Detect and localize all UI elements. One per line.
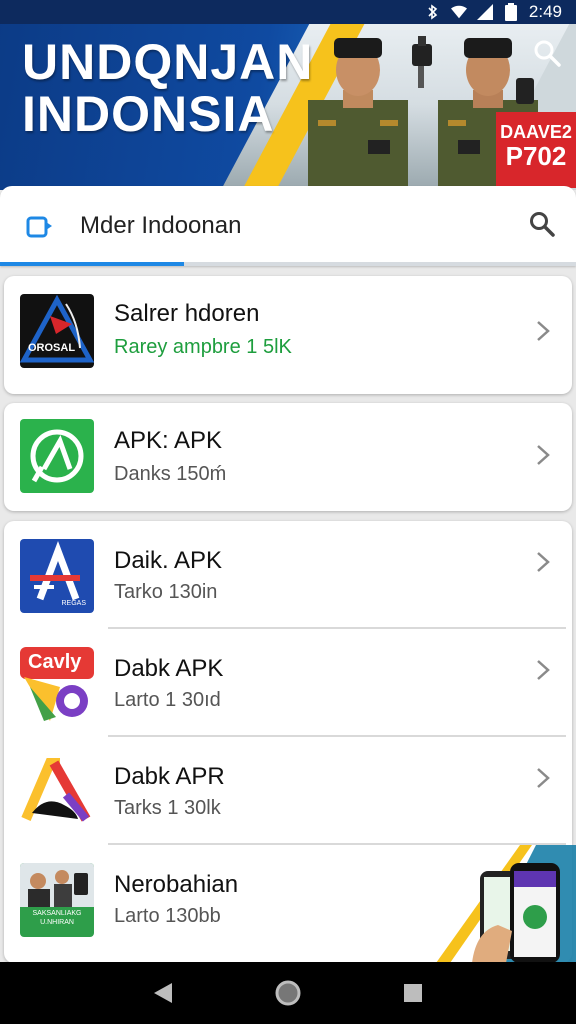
item-name: Dabk APR (114, 763, 225, 790)
list-item[interactable]: OROSAL Salrer hdoren Rarey ampbre 1 5ƖK (4, 276, 572, 394)
recents-button[interactable] (398, 978, 428, 1008)
battery-icon (503, 3, 519, 21)
blue-a-app-icon: REGAS (20, 539, 94, 613)
app-header-card: Mder Indoonan (0, 186, 576, 266)
item-subtitle: Larto 130bb (114, 905, 221, 927)
home-circle-icon (275, 980, 301, 1006)
promo-badge: DAAVE2 P702 (496, 112, 576, 188)
signal-icon (476, 4, 493, 20)
phones-promo-image (436, 845, 576, 963)
search-icon[interactable] (528, 210, 556, 238)
status-time: 2:49 (528, 2, 562, 21)
loading-progress-fill (0, 262, 185, 266)
bluetooth-icon (425, 4, 441, 20)
app-logo-icon (26, 216, 52, 238)
soldier-image-left (308, 38, 408, 190)
people-app-icon: SAKSANLIAKG U.NHIRAN (20, 863, 94, 937)
colorful-app-icon: Cavly (20, 647, 94, 721)
loading-progress-bar (0, 262, 576, 266)
list-item[interactable]: Cavly Dabk APK Larto 1 30ıd (4, 629, 572, 737)
camera-icon (412, 36, 432, 88)
item-subtitle: Larto 1 30ıd (114, 689, 221, 711)
item-name: Salrer hdoren (114, 300, 260, 327)
list-item[interactable]: Dabk APR Tarks 1 30lk (4, 737, 572, 845)
app-card-2[interactable]: APK: APK Danks 150ḿ (4, 403, 572, 511)
item-name: Dabk APK (114, 655, 224, 682)
banner-title-line2: INDONSIA (22, 86, 275, 142)
promo-badge-line2: P702 (505, 141, 567, 171)
item-name: APK: APK (114, 427, 223, 454)
header-banner: UNDQNJAN INDONSIA DAAVE2 P702 (0, 0, 576, 190)
banner-title: UNDQNJAN INDONSIA (22, 36, 313, 140)
rainbow-a-app-icon (20, 755, 94, 829)
home-button[interactable] (273, 978, 303, 1008)
item-subtitle: Danks 150ḿ (114, 463, 227, 485)
thumb-text: REGAS (61, 600, 86, 607)
banner-title-line1: UNDQNJAN (22, 34, 314, 90)
chevron-right-icon[interactable] (532, 653, 554, 687)
thumb-text: OROSAL (28, 342, 76, 354)
system-nav-bar (0, 962, 576, 1024)
thumb-text: Cavly (28, 651, 82, 673)
recents-square-icon (404, 984, 423, 1002)
back-button[interactable] (148, 978, 178, 1008)
chevron-right-icon[interactable] (532, 314, 554, 348)
triangle-app-icon: OROSAL (20, 294, 94, 368)
chevron-right-icon[interactable] (532, 438, 554, 472)
item-subtitle: Tarks 1 30lk (114, 797, 221, 819)
item-name: Daik. APK (114, 547, 223, 574)
list-item[interactable]: APK: APK Danks 150ḿ (4, 403, 572, 511)
back-triangle-icon (153, 983, 172, 1003)
item-name: Nerobahian (114, 871, 239, 898)
list-item[interactable]: REGAS Daik. APK Tarko 130in (4, 521, 572, 629)
item-subtitle: Rarey ampbre 1 5ƖK (114, 336, 292, 358)
chevron-right-icon[interactable] (532, 545, 554, 579)
wifi-icon (450, 4, 467, 20)
status-bar: 2:49 (0, 0, 576, 24)
chevron-right-icon[interactable] (532, 761, 554, 795)
app-card-1[interactable]: OROSAL Salrer hdoren Rarey ampbre 1 5ƖK (4, 276, 572, 394)
thumb-text: SAKSANLIAKG U.NHIRAN (32, 910, 82, 926)
promo-badge-line1: DAAVE2 (500, 122, 572, 142)
green-a-app-icon (20, 419, 94, 493)
item-subtitle: Tarko 130in (114, 581, 218, 603)
app-header-title: Mder Indoonan (80, 212, 242, 239)
banner-search-icon[interactable] (532, 38, 562, 68)
